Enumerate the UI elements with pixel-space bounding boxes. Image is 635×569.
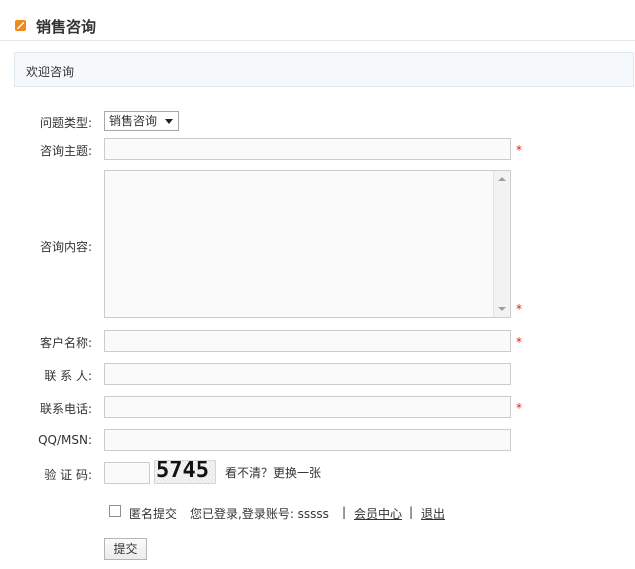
subject-label: 咨询主题: [39,144,92,158]
anonymous-label: 匿名提交 [129,507,178,521]
login-status-text: 您已登录,登录账号: sssss [190,507,329,521]
phone-label: 联系电话: [39,402,92,416]
phone-required-mark: * [516,401,522,415]
submit-button[interactable]: 提交 [104,538,147,560]
chevron-down-icon [165,119,173,124]
welcome-text: 欢迎咨询 [26,65,75,79]
textarea-scrollbar[interactable] [493,171,510,317]
content-required-mark: * [516,302,522,316]
captcha-input[interactable] [104,462,150,484]
customer-required-mark: * [516,335,522,349]
separator: | [342,505,347,519]
captcha-code: 5745 [156,460,209,483]
type-label: 问题类型: [39,116,92,130]
captcha-image[interactable]: 5745 [154,460,216,484]
logout-link[interactable]: 退出 [421,505,445,522]
customer-input[interactable] [104,330,511,352]
captcha-label: 验 证 码: [44,468,92,482]
rss-icon [15,20,26,31]
page-header: 销售咨询 [0,0,635,41]
content-label: 咨询内容: [39,240,92,254]
qqmsn-label: QQ/MSN: [38,433,92,447]
scroll-up-icon[interactable] [498,177,506,181]
page-title: 销售咨询 [36,18,97,36]
contact-label: 联 系 人: [44,369,92,383]
subject-required-mark: * [516,143,522,157]
type-select[interactable]: 销售咨询 [104,111,179,131]
contact-input[interactable] [104,363,511,385]
customer-label: 客户名称: [39,336,92,350]
welcome-banner: 欢迎咨询 [14,52,634,87]
member-center-link[interactable]: 会员中心 [354,505,402,522]
type-select-value: 销售咨询 [109,114,158,128]
content-textarea[interactable] [104,170,511,318]
qqmsn-input[interactable] [104,429,511,451]
anonymous-checkbox[interactable] [109,505,121,517]
separator: | [409,505,414,519]
phone-input[interactable] [104,396,511,418]
captcha-refresh-link[interactable]: 看不清？更换一张 [225,464,321,481]
subject-input[interactable] [104,138,511,160]
scroll-down-icon[interactable] [498,307,506,311]
